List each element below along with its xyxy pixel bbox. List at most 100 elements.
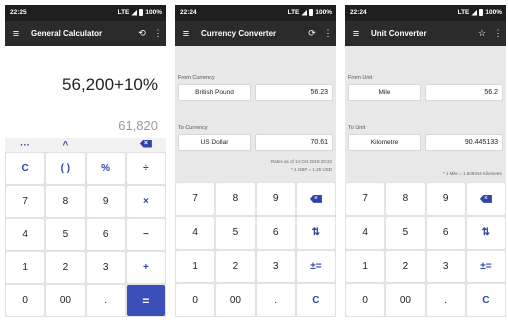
multiply-key[interactable]: × bbox=[126, 186, 165, 217]
key-00[interactable]: 00 bbox=[386, 284, 425, 316]
key-00[interactable]: 00 bbox=[46, 285, 85, 316]
key-7[interactable]: 7 bbox=[346, 183, 385, 215]
menu-icon[interactable]: ≡ bbox=[175, 21, 197, 46]
key-4[interactable]: 4 bbox=[346, 216, 385, 249]
add-key[interactable]: + bbox=[126, 252, 165, 283]
key-0[interactable]: 0 bbox=[6, 285, 45, 316]
status-bar: 22:25 LTE 100% bbox=[5, 5, 166, 21]
from-label: From Unit bbox=[348, 75, 373, 81]
function-strip: ··· ^ × bbox=[5, 138, 166, 152]
keypad: 7 8 9 × 4 5 6 ⇅ 1 2 3 ±= 0 00 . C bbox=[175, 182, 336, 317]
decimal-key[interactable]: . bbox=[256, 284, 295, 316]
signal-icon bbox=[301, 9, 308, 16]
battery-icon bbox=[139, 9, 144, 16]
key-0[interactable]: 0 bbox=[176, 284, 215, 316]
key-8[interactable]: 8 bbox=[386, 183, 425, 215]
status-time: 22:25 bbox=[10, 9, 27, 16]
history-icon[interactable]: ⟲ bbox=[134, 21, 150, 46]
key-4[interactable]: 4 bbox=[6, 219, 45, 250]
menu-icon[interactable]: ≡ bbox=[5, 21, 27, 46]
key-3[interactable]: 3 bbox=[426, 250, 465, 283]
from-value-field[interactable]: 56.23 bbox=[255, 84, 333, 101]
key-9[interactable]: 9 bbox=[256, 183, 295, 215]
general-calculator-screen: 22:25 LTE 100% ≡ General Calculator ⟲ ⋮ … bbox=[5, 5, 166, 317]
backspace-icon: × bbox=[139, 139, 152, 148]
key-00[interactable]: 00 bbox=[216, 284, 255, 316]
key-6[interactable]: 6 bbox=[86, 219, 125, 250]
backspace-key[interactable]: × bbox=[296, 183, 335, 215]
decimal-key[interactable]: . bbox=[86, 285, 125, 316]
key-9[interactable]: 9 bbox=[426, 183, 465, 215]
to-label: To Unit bbox=[348, 125, 366, 131]
divide-key[interactable]: ÷ bbox=[126, 153, 165, 184]
app-bar: ≡ Currency Converter ⟳ ⋮ bbox=[175, 21, 336, 46]
menu-icon[interactable]: ≡ bbox=[345, 21, 367, 46]
to-currency-select[interactable]: US Dollar bbox=[178, 134, 251, 151]
swap-icon[interactable]: ⇅ bbox=[466, 216, 505, 249]
key-5[interactable]: 5 bbox=[386, 216, 425, 249]
refresh-icon[interactable]: ⟳ bbox=[304, 21, 320, 46]
key-8[interactable]: 8 bbox=[216, 183, 255, 215]
to-label: To Currency bbox=[178, 125, 208, 131]
parentheses-key[interactable]: ( ) bbox=[46, 153, 85, 184]
key-2[interactable]: 2 bbox=[216, 250, 255, 283]
key-9[interactable]: 9 bbox=[86, 186, 125, 217]
expression-display: 56,200+10% bbox=[62, 75, 158, 94]
from-unit-select[interactable]: Mile bbox=[348, 84, 421, 101]
more-functions-button[interactable]: ··· bbox=[5, 140, 45, 151]
key-6[interactable]: 6 bbox=[256, 216, 295, 249]
calculator-display: 56,200+10% 61,820 bbox=[5, 46, 166, 138]
from-value-field[interactable]: 56.2 bbox=[425, 84, 503, 101]
backspace-key[interactable]: × bbox=[466, 183, 505, 215]
to-unit-select[interactable]: Kilometre bbox=[348, 134, 421, 151]
rate-note: * 1 GBP = 1.26 USD bbox=[291, 167, 332, 172]
key-2[interactable]: 2 bbox=[46, 252, 85, 283]
signal-label: LTE bbox=[457, 9, 470, 16]
subtract-key[interactable]: − bbox=[126, 219, 165, 250]
signal-icon bbox=[131, 9, 138, 16]
key-7[interactable]: 7 bbox=[6, 186, 45, 217]
key-3[interactable]: 3 bbox=[86, 252, 125, 283]
expand-button[interactable]: ^ bbox=[45, 140, 85, 151]
more-options-icon[interactable]: ⋮ bbox=[150, 21, 166, 46]
conversion-note: * 1 Mile = 1.609344 Kilometre bbox=[442, 171, 502, 176]
key-1[interactable]: 1 bbox=[346, 250, 385, 283]
battery-icon bbox=[479, 9, 484, 16]
star-icon[interactable]: ☆ bbox=[474, 21, 490, 46]
to-value-field[interactable]: 90.445133 bbox=[425, 134, 503, 151]
key-5[interactable]: 5 bbox=[216, 216, 255, 249]
key-8[interactable]: 8 bbox=[46, 186, 85, 217]
key-4[interactable]: 4 bbox=[176, 216, 215, 249]
key-0[interactable]: 0 bbox=[346, 284, 385, 316]
equals-key[interactable]: = bbox=[126, 285, 165, 316]
key-3[interactable]: 3 bbox=[256, 250, 295, 283]
backspace-icon: × bbox=[309, 194, 322, 203]
keypad: 7 8 9 × 4 5 6 ⇅ 1 2 3 ±= 0 00 . C bbox=[345, 182, 506, 317]
battery-label: 100% bbox=[145, 9, 162, 16]
converter-form: From Unit Mile 56.2 To Unit Kilometre 90… bbox=[345, 46, 506, 182]
more-options-icon[interactable]: ⋮ bbox=[320, 21, 336, 46]
from-label: From Currency bbox=[178, 75, 215, 81]
from-currency-select[interactable]: British Pound bbox=[178, 84, 251, 101]
clear-key[interactable]: C bbox=[6, 153, 45, 184]
swap-icon[interactable]: ⇅ bbox=[296, 216, 335, 249]
key-2[interactable]: 2 bbox=[386, 250, 425, 283]
key-1[interactable]: 1 bbox=[176, 250, 215, 283]
key-1[interactable]: 1 bbox=[6, 252, 45, 283]
calculator-mode-icon[interactable]: ±= bbox=[296, 250, 335, 283]
key-6[interactable]: 6 bbox=[426, 216, 465, 249]
battery-label: 100% bbox=[315, 9, 332, 16]
clear-key[interactable]: C bbox=[296, 284, 335, 316]
clear-key[interactable]: C bbox=[466, 284, 505, 316]
percent-key[interactable]: % bbox=[86, 153, 125, 184]
backspace-button[interactable]: × bbox=[126, 139, 166, 151]
calculator-mode-icon[interactable]: ±= bbox=[466, 250, 505, 283]
decimal-key[interactable]: . bbox=[426, 284, 465, 316]
more-options-icon[interactable]: ⋮ bbox=[490, 21, 506, 46]
status-time: 22:24 bbox=[350, 9, 367, 16]
key-7[interactable]: 7 bbox=[176, 183, 215, 215]
signal-label: LTE bbox=[287, 9, 300, 16]
to-value-field[interactable]: 70.61 bbox=[255, 134, 333, 151]
signal-icon bbox=[471, 9, 478, 16]
key-5[interactable]: 5 bbox=[46, 219, 85, 250]
